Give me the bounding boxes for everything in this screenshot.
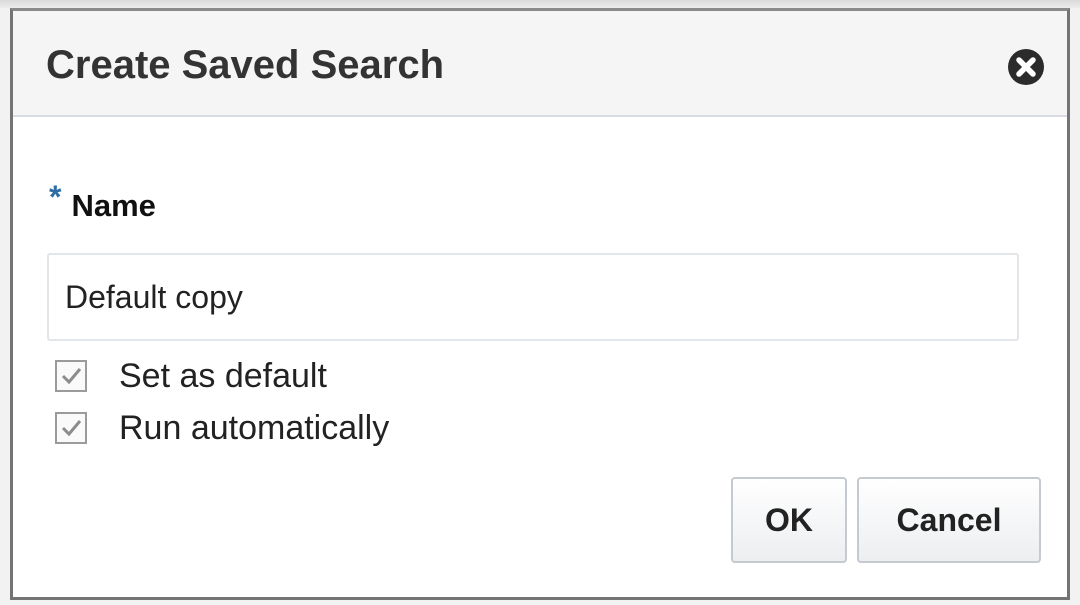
- run-automatically-option[interactable]: Run automatically: [55, 406, 389, 450]
- dialog-header: Create Saved Search: [13, 11, 1067, 117]
- checkmark-icon: [61, 420, 82, 437]
- cancel-button[interactable]: Cancel: [857, 477, 1041, 563]
- name-input[interactable]: [47, 253, 1019, 341]
- background-strip: [0, 0, 1080, 8]
- ok-button[interactable]: OK: [731, 477, 847, 563]
- name-label-text: Name: [71, 188, 156, 223]
- run-automatically-label: Run automatically: [119, 409, 390, 447]
- checkmark-icon: [61, 368, 82, 385]
- set-as-default-option[interactable]: Set as default: [55, 354, 327, 398]
- close-circle-icon: [1008, 49, 1044, 85]
- set-as-default-checkbox[interactable]: [55, 360, 87, 392]
- set-as-default-label: Set as default: [119, 357, 327, 395]
- run-automatically-checkbox[interactable]: [55, 412, 87, 444]
- dialog-title: Create Saved Search: [46, 43, 445, 87]
- close-button[interactable]: [1007, 48, 1045, 86]
- required-marker: *: [49, 179, 62, 215]
- create-saved-search-dialog: Create Saved Search * Name Set as defaul…: [10, 8, 1070, 600]
- name-label: * Name: [49, 181, 156, 231]
